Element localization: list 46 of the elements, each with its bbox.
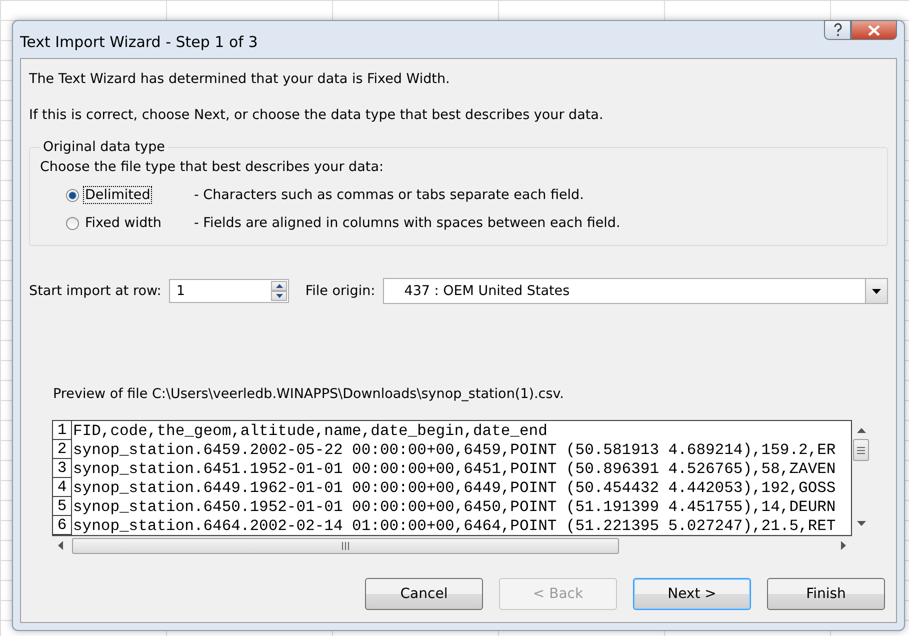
line-number: 3 <box>53 459 72 478</box>
line-number: 4 <box>53 478 72 497</box>
window-title: Text Import Wizard - Step 1 of 3 <box>20 32 258 51</box>
close-icon <box>868 24 880 36</box>
scroll-left-icon[interactable] <box>58 541 63 550</box>
help-button[interactable] <box>824 20 851 40</box>
scroll-down-icon[interactable] <box>856 521 866 526</box>
line-number: 6 <box>53 516 72 535</box>
preview-line: synop_station.6449.1962-01-01 00:00:00+00,6449,POINT (50.454432 4.442053),192,GOSS <box>72 478 836 496</box>
dropdown-button[interactable] <box>865 279 887 303</box>
option-description: - Characters such as commas or tabs separate each field. <box>194 187 585 203</box>
group-title: Original data type <box>42 139 166 155</box>
preview-line: synop_station.6451.1952-01-01 00:00:00+00,6451,POINT (50.896391 4.526765),58,ZAVEN <box>72 460 836 478</box>
instruction-text: The Text Wizard has determined that your data is Fixed Width. <box>29 71 451 87</box>
line-number: 5 <box>53 497 72 516</box>
preview-label: Preview of file C:\Users\veerledb.WINAPPS\Downloads\synop_station(1).csv. <box>53 386 565 402</box>
instruction-text: If this is correct, choose Next, or choose the data type that best describes your data. <box>29 107 604 123</box>
help-icon <box>832 23 842 37</box>
radio-button[interactable] <box>66 216 79 230</box>
scroll-thumb[interactable] <box>72 538 619 554</box>
dialog-button[interactable]: Cancel <box>365 578 483 610</box>
scroll-right-icon[interactable] <box>841 541 846 550</box>
grip-icon <box>857 446 865 454</box>
grip-icon <box>342 542 349 550</box>
prompt-text: Choose the file type that best describes your data: <box>40 159 385 175</box>
radio-label: Fixed width <box>84 215 162 231</box>
option-description: - Fields are aligned in columns with spaces between each field. <box>194 215 622 231</box>
close-button[interactable] <box>851 20 897 40</box>
radio-label: Delimited <box>84 187 152 203</box>
preview-line: synop_station.6464.2002-02-14 01:00:00+00,6464,POINT (51.221395 5.027247),21.5,RET <box>72 516 836 534</box>
caret-icon <box>872 288 881 294</box>
file-origin-dropdown[interactable]: 437 : OEM United States <box>383 278 888 304</box>
preview-line: synop_station.6450.1952-01-01 00:00:00+00,6450,POINT (51.191399 4.451755),14,DEURN <box>72 498 836 516</box>
dialog-button[interactable]: Finish <box>767 578 885 610</box>
preview-line: FID,code,the_geom,altitude,name,date_begin,date_end <box>72 422 548 440</box>
radio-option[interactable]: Delimited <box>66 187 194 203</box>
radio-button[interactable] <box>66 188 79 202</box>
scroll-up-icon[interactable] <box>856 428 866 433</box>
radio-option[interactable]: Fixed width <box>66 215 194 231</box>
dialog-button[interactable]: Next > <box>633 578 751 610</box>
scroll-thumb[interactable] <box>853 439 869 461</box>
start-row-label: Start import at row: <box>29 283 162 299</box>
line-number: 2 <box>53 440 72 459</box>
line-number: 1 <box>53 421 72 440</box>
file-origin-label: File origin: <box>305 283 376 299</box>
preview-line: synop_station.6459.2002-05-22 00:00:00+00,6459,POINT (50.581913 4.689214),159.2,ER <box>72 440 836 458</box>
